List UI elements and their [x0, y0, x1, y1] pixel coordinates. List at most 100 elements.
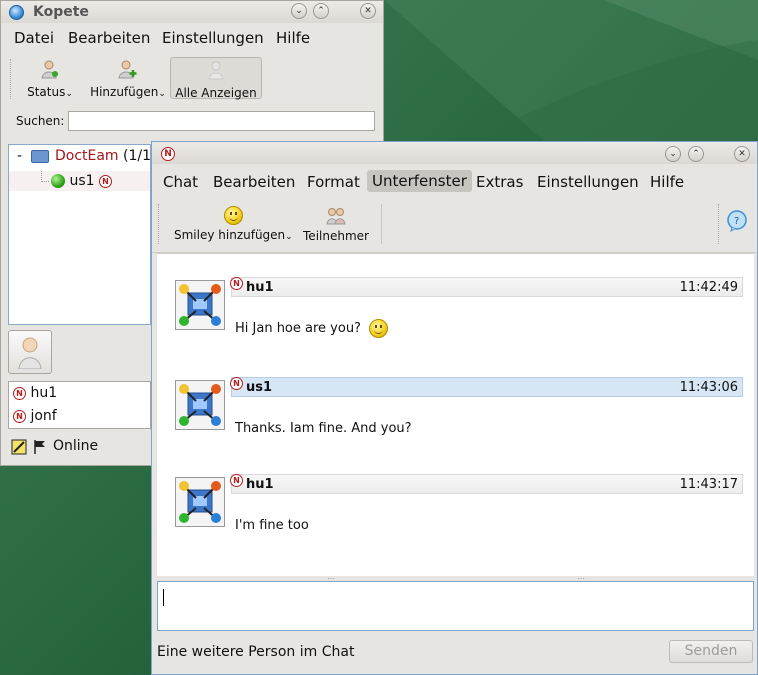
message-avatar [175, 477, 225, 527]
close-icon[interactable]: ✕ [360, 3, 376, 19]
message-body: I'm fine too [235, 518, 309, 533]
menu-datei[interactable]: Datei [14, 29, 54, 47]
menu-chat[interactable]: Chat [163, 173, 198, 191]
participants-icon [326, 208, 346, 225]
identity-list[interactable]: N hu1 N jonf [8, 381, 151, 429]
participants-button[interactable]: Teilnehmer [300, 206, 372, 243]
desktop-wallpaper [384, 0, 758, 141]
protocol-icon: N [230, 474, 243, 487]
message-header: Nhu1 11:42:49 [230, 277, 743, 297]
menu-einstellungen[interactable]: Einstellungen [162, 29, 264, 47]
chat-window: N ⌄ ⌃ ✕ Chat Bearbeiten Format Unterfens… [151, 141, 758, 675]
minimize-icon[interactable]: ⌄ [665, 146, 681, 162]
message-area[interactable]: Nhu1 11:42:49 Hi Jan hoe are you? Nus1 11:4… [157, 253, 754, 576]
edit-note-icon[interactable] [11, 439, 27, 455]
toolbar-grip[interactable] [10, 59, 14, 99]
add-smiley-label: Smiley hinzufügen [174, 228, 286, 242]
chat-input[interactable] [157, 581, 754, 631]
network-avatar-icon [179, 384, 221, 426]
avatar[interactable] [8, 330, 52, 374]
menu-unterfenster[interactable]: Unterfenster [367, 170, 472, 192]
online-status-icon [51, 174, 65, 188]
toolbar-grip[interactable] [158, 204, 162, 244]
menu-format[interactable]: Format [307, 173, 360, 191]
chevron-down-icon: ⌄ [285, 232, 293, 242]
message-time: 11:43:06 [679, 380, 738, 395]
add-label: Hinzufügen [90, 85, 159, 99]
identity-row[interactable]: N hu1 [13, 385, 57, 401]
chat-status-text: Eine weitere Person im Chat [157, 644, 355, 660]
search-input[interactable] [68, 111, 375, 131]
message-text: Thanks. Iam fine. And you? [235, 421, 412, 436]
toolbar-grip[interactable] [718, 204, 722, 244]
group-row[interactable]: - DoctEam (1/1) [17, 148, 157, 164]
smiley-icon [369, 319, 389, 338]
kopete-titlebar[interactable]: Kopete ⌄ ⌃ ✕ [1, 1, 383, 23]
close-icon[interactable]: ✕ [734, 146, 750, 162]
smiley-icon [223, 206, 243, 225]
status-button[interactable]: Status⌄ [25, 59, 75, 99]
protocol-icon: N [230, 377, 243, 390]
add-contact-button[interactable]: Hinzufügen⌄ [89, 59, 167, 99]
group-expander[interactable]: - [17, 148, 22, 164]
kopete-status-bar: Online [1, 435, 151, 459]
kopete-activity-icon: ? [727, 210, 747, 232]
send-button[interactable]: Senden [669, 640, 753, 663]
maximize-icon[interactable]: ⌃ [688, 146, 704, 162]
menu-bearbeiten[interactable]: Bearbeiten [68, 29, 150, 47]
show-all-label: Alle Anzeigen [175, 86, 257, 100]
protocol-icon: N [13, 409, 26, 423]
message-header: Nhu1 11:43:17 [230, 474, 743, 494]
identity-row[interactable]: N jonf [13, 408, 57, 424]
message-body: Hi Jan hoe are you? [235, 321, 361, 336]
protocol-icon: N [13, 386, 26, 400]
message-text: I'm fine too [235, 518, 309, 533]
menu-bearbeiten[interactable]: Bearbeiten [213, 173, 295, 191]
folder-icon [30, 149, 49, 163]
chat-toolbar: Smiley hinzufügen⌄ Teilnehmer ? [152, 200, 757, 253]
identity-name: jonf [30, 408, 57, 424]
contact-list[interactable]: - DoctEam (1/1) us1 N [8, 144, 157, 325]
protocol-icon: N [98, 174, 112, 188]
participants-label: Teilnehmer [303, 229, 369, 243]
contact-row[interactable]: us1 N [9, 171, 150, 191]
chat-window-icon: N [161, 147, 175, 161]
add-person-icon [118, 60, 137, 79]
message-time: 11:43:17 [679, 477, 738, 492]
svg-text:?: ? [734, 216, 739, 227]
message-sender: hu1 [246, 280, 274, 295]
person-icon [208, 61, 224, 80]
text-caret [163, 589, 164, 606]
search-label: Suchen: [16, 114, 65, 128]
message-sender: us1 [246, 380, 273, 395]
menu-hilfe[interactable]: Hilfe [650, 173, 684, 191]
minimize-icon[interactable]: ⌄ [291, 3, 307, 19]
chat-titlebar[interactable]: N ⌄ ⌃ ✕ [152, 142, 757, 164]
chat-menubar: Chat Bearbeiten Format Unterfenster Extr… [152, 169, 757, 195]
menu-extras[interactable]: Extras [476, 173, 523, 191]
flag-icon[interactable] [33, 439, 47, 455]
menu-einstellungen[interactable]: Einstellungen [537, 173, 639, 191]
group-name: DoctEam [54, 148, 119, 164]
maximize-icon[interactable]: ⌃ [313, 3, 329, 19]
add-smiley-button[interactable]: Smiley hinzufügen⌄ [174, 206, 293, 242]
chevron-down-icon: ⌄ [158, 89, 166, 99]
status-label: Status [27, 85, 66, 99]
window-title: Kopete [33, 4, 89, 20]
contact-name: us1 [69, 173, 95, 189]
kopete-menubar: Datei Bearbeiten Einstellungen Hilfe [1, 25, 383, 51]
menu-hilfe[interactable]: Hilfe [276, 29, 310, 47]
online-status-text: Online [53, 438, 99, 454]
chevron-down-icon: ⌄ [65, 89, 73, 99]
message-text: Hi Jan hoe are you? [235, 319, 389, 338]
identity-name: hu1 [30, 385, 58, 401]
kopete-app-icon [9, 5, 24, 20]
message-header: Nus1 11:43:06 [230, 377, 743, 397]
person-status-icon [41, 60, 58, 79]
message-avatar [175, 380, 225, 430]
network-avatar-icon [179, 481, 221, 523]
show-all-button[interactable]: Alle Anzeigen [170, 57, 262, 100]
message-avatar [175, 280, 225, 330]
message-time: 11:42:49 [679, 280, 738, 295]
protocol-icon: N [230, 277, 243, 290]
